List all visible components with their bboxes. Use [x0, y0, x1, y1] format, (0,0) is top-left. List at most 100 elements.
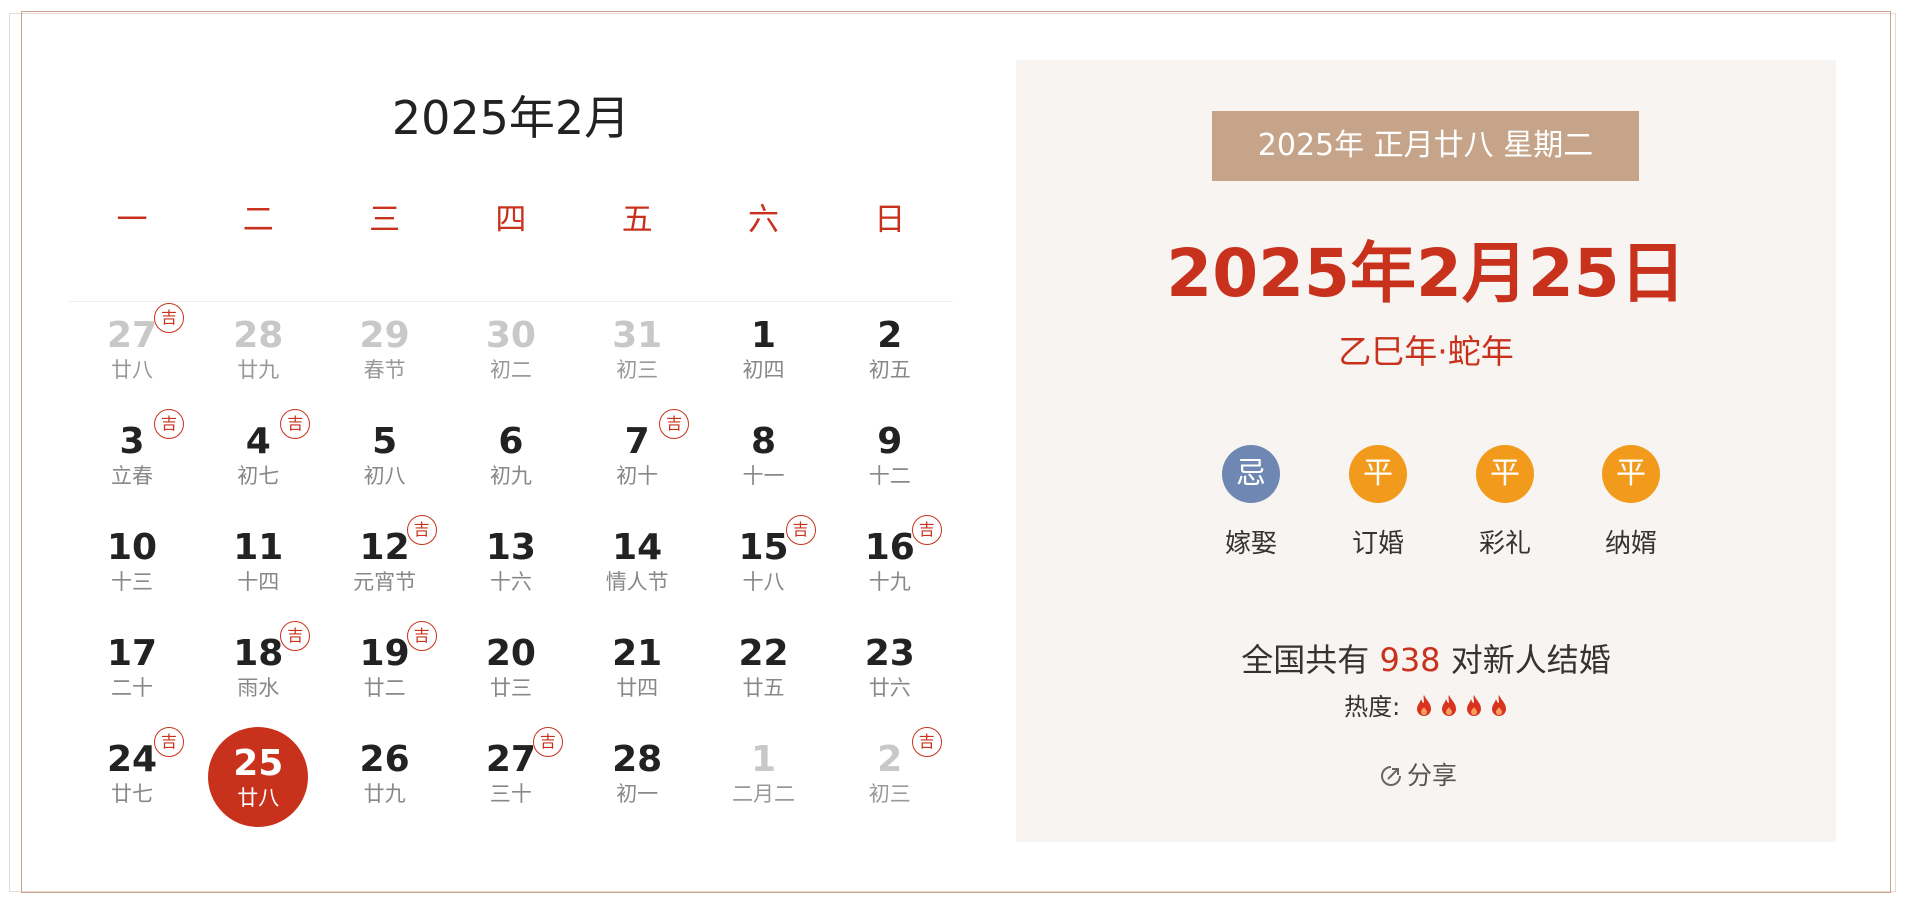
lunar-day: 初九: [489, 464, 532, 488]
day-number: 11: [233, 527, 284, 568]
day-cell[interactable]: 28 廿九: [195, 303, 321, 409]
lunar-day: 立春: [111, 464, 153, 488]
heat-flames: [1408, 693, 1508, 721]
lunar-day: 廿五: [742, 676, 785, 700]
lunar-day: 廿八: [111, 358, 153, 382]
lunar-day: 十一: [742, 464, 785, 488]
day-cell[interactable]: 20 廿三: [448, 621, 574, 727]
stats-suffix: 对新人结婚: [1450, 641, 1611, 679]
lunar-day: 廿三: [489, 676, 532, 700]
ganzhi-year: 乙巳年·蛇年: [1338, 332, 1514, 371]
day-cell[interactable]: 17 二十: [69, 621, 195, 727]
month-title: 2025年2月: [391, 91, 631, 145]
lunar-day: 初七: [237, 464, 280, 488]
day-cell[interactable]: 24 廿七吉: [69, 727, 195, 833]
suitability-item: 平彩礼: [1450, 445, 1560, 560]
lunar-day: 二十: [111, 676, 153, 700]
day-cell[interactable]: 7 初十吉: [574, 409, 700, 515]
suitability-label: 订婚: [1351, 529, 1404, 559]
lunar-day: 元宵节: [353, 570, 417, 594]
day-cell[interactable]: 23 廿六: [827, 621, 953, 727]
day-cell[interactable]: 12 元宵节吉: [322, 515, 448, 621]
day-cell[interactable]: 2 初三吉: [827, 727, 953, 833]
share-button[interactable]: 分享: [1379, 756, 1457, 790]
day-number: 1: [750, 315, 777, 356]
day-number: 14: [612, 527, 663, 568]
lunar-day: 廿九: [363, 782, 406, 806]
auspicious-badge: 吉: [532, 727, 563, 757]
day-number: 1: [750, 739, 777, 780]
suitability-item: 平纳婿: [1576, 445, 1686, 560]
day-cell[interactable]: 16 十九吉: [827, 515, 953, 621]
lunar-day: 初五: [868, 358, 911, 382]
day-cell[interactable]: 15 十八吉: [701, 515, 827, 621]
day-cell[interactable]: 13 十六: [448, 515, 574, 621]
day-cell[interactable]: 5 初八: [322, 409, 448, 515]
day-cell[interactable]: 19 廿二吉: [322, 621, 448, 727]
day-cell[interactable]: 26 廿九: [322, 727, 448, 833]
lunar-day: 十八: [742, 570, 785, 594]
weekday-label: 日: [874, 202, 906, 238]
day-cell[interactable]: 14 情人节: [574, 515, 700, 621]
day-cell[interactable]: 1 二月二: [701, 727, 827, 833]
day-number: 30: [485, 315, 536, 356]
lunar-day: 十二: [868, 464, 911, 488]
suitability-label: 彩礼: [1478, 529, 1531, 559]
day-number: 28: [233, 315, 284, 356]
day-cell[interactable]: 31 初三: [574, 303, 700, 409]
day-cell[interactable]: 2 初五: [827, 303, 953, 409]
day-cell[interactable]: 10 十三: [69, 515, 195, 621]
lunar-day: 十四: [237, 570, 280, 594]
lunar-day: 廿六: [868, 676, 911, 700]
share-icon: [1381, 766, 1401, 786]
day-number: 10: [106, 527, 158, 568]
stats-prefix: 全国共有: [1241, 641, 1370, 679]
auspicious-badge: 吉: [154, 727, 184, 757]
lunar-day: 廿八: [237, 786, 280, 810]
day-number: 25: [233, 743, 284, 784]
flame-icon: [1466, 695, 1481, 716]
day-cell[interactable]: 9 十二: [827, 409, 953, 515]
lunar-day: 初一: [616, 782, 659, 806]
lunar-day: 二月二: [732, 782, 795, 806]
day-cell[interactable]: 29 春节: [322, 303, 448, 409]
weekday-label: 一: [116, 202, 148, 238]
day-cell[interactable]: 3 立春吉: [69, 409, 195, 515]
day-cell[interactable]: 11 十四: [195, 515, 321, 621]
day-number: 23: [864, 633, 915, 674]
day-cell-selected[interactable]: 25 廿八: [195, 727, 321, 833]
day-number: 8: [750, 421, 777, 462]
lunar-day: 十九: [868, 570, 911, 594]
auspicious-badge: 吉: [659, 409, 690, 439]
weekday-header: 一二三四五六日: [69, 194, 953, 302]
auspicious-badge: 吉: [406, 515, 437, 545]
day-number: 31: [612, 315, 663, 356]
day-number: 2: [877, 315, 903, 356]
day-cell[interactable]: 27 廿八吉: [69, 303, 195, 409]
weekday-label: 三: [369, 202, 401, 238]
day-number: 29: [359, 315, 410, 356]
day-cell[interactable]: 28 初一: [574, 727, 700, 833]
day-cell[interactable]: 8 十一: [701, 409, 827, 515]
day-cell[interactable]: 1 初四: [701, 303, 827, 409]
day-cell[interactable]: 22 廿五: [701, 621, 827, 727]
heat-rating: 热度:: [1016, 687, 1836, 722]
day-cell[interactable]: 30 初二: [448, 303, 574, 409]
day-number: 26: [359, 739, 410, 780]
day-cell[interactable]: 27 三十吉: [448, 727, 574, 833]
lunar-day: 初三: [868, 782, 911, 806]
lunar-day: 初八: [363, 464, 406, 488]
day-number: 9: [877, 421, 903, 462]
day-cell[interactable]: 21 廿四: [574, 621, 700, 727]
day-cell[interactable]: 4 初七吉: [195, 409, 321, 515]
day-number: 28: [612, 739, 663, 780]
auspicious-badge: 吉: [154, 303, 184, 333]
day-number: 13: [485, 527, 536, 568]
day-cell[interactable]: 6 初九: [448, 409, 574, 515]
marriage-stats: 全国共有 938 对新人结婚: [1016, 635, 1836, 681]
flame-icon: [1416, 695, 1431, 716]
lunar-day: 春节: [363, 358, 406, 382]
day-cell[interactable]: 18 雨水吉: [195, 621, 321, 727]
suitability-label: 嫁娶: [1224, 529, 1277, 559]
lunar-day: 廿四: [616, 676, 659, 700]
